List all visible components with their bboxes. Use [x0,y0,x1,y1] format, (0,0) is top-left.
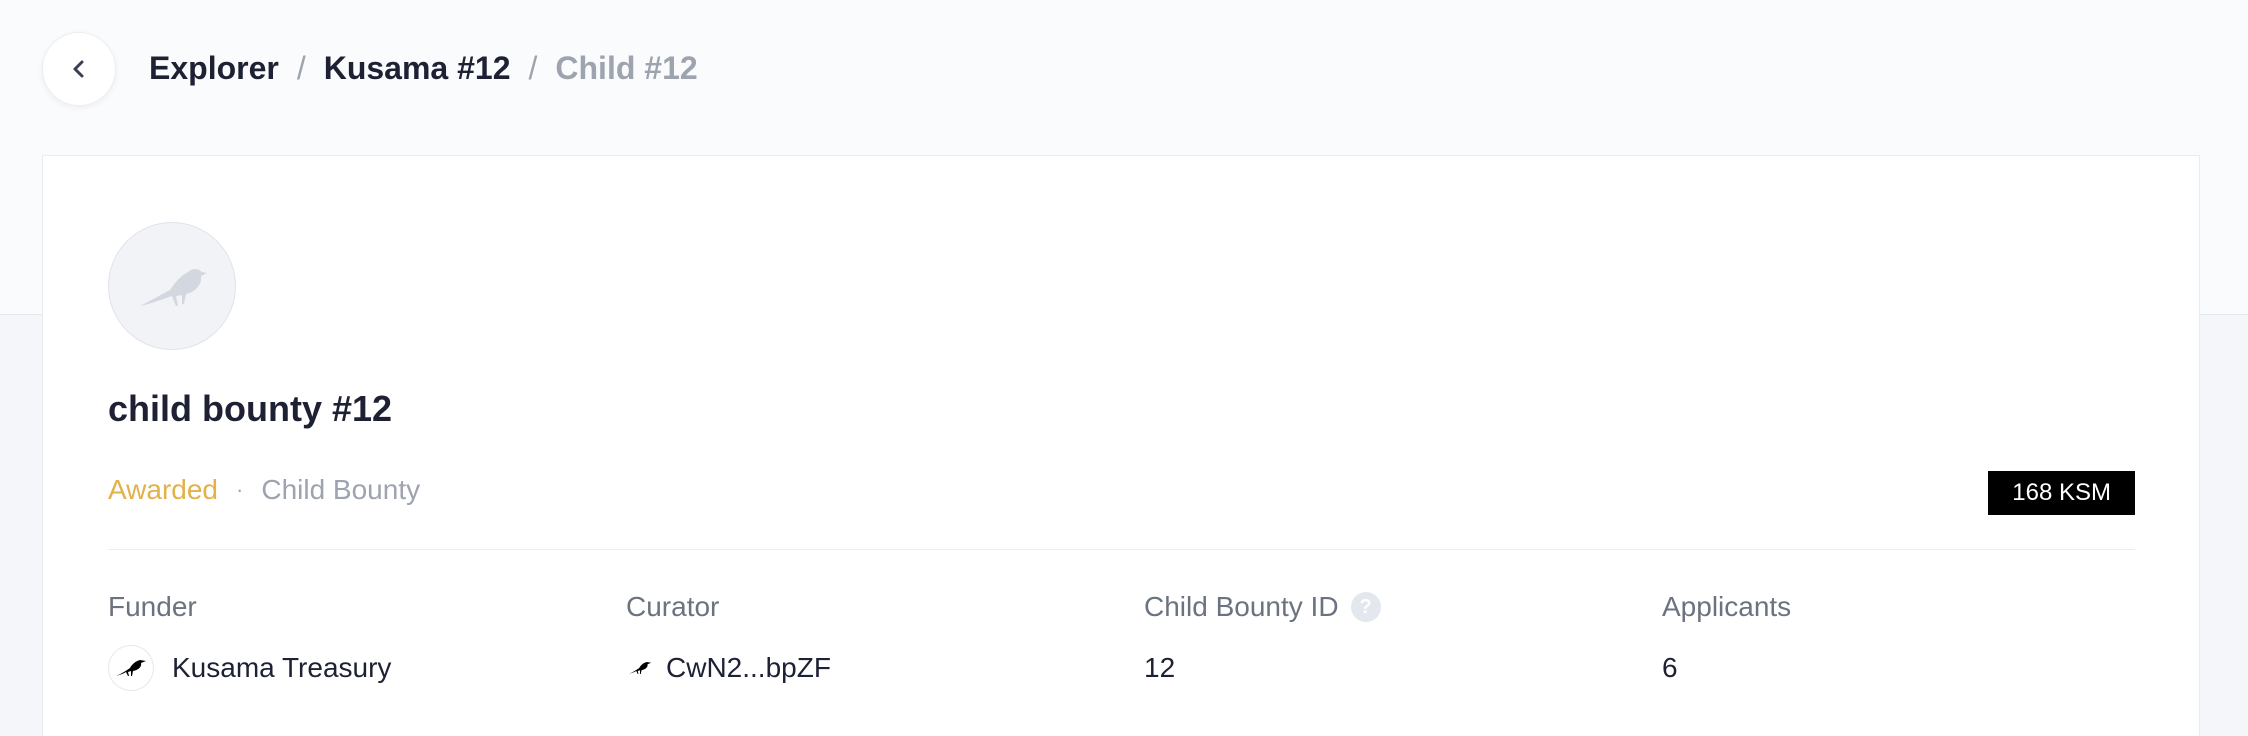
applicants-value: 6 [1662,652,1678,683]
status-label: Awarded [108,474,219,505]
funder-label: Funder [108,591,197,622]
breadcrumb-kusama-bounty[interactable]: Kusama #12 [324,50,511,87]
question-icon[interactable]: ? [1350,592,1381,622]
bounty-title: child bounty #12 [108,388,393,429]
child-bounty-id-label-row: Child Bounty ID ? [1144,588,1381,626]
back-button[interactable] [42,32,116,106]
bounty-avatar [108,222,236,350]
curator-section: Curator CwN2...bpZF [626,588,831,692]
curator-label: Curator [626,591,720,622]
bounty-type-label: Child Bounty [261,474,421,505]
kusama-icon [626,654,654,682]
funder-account-name[interactable]: Kusama Treasury [172,652,391,684]
child-bounty-card: child bounty #12 Awarded · Child Bounty … [42,155,2200,736]
bounty-meta: Awarded · Child Bounty [108,474,420,506]
breadcrumb-explorer[interactable]: Explorer [149,50,279,87]
applicants-section: Applicants 6 [1662,588,1791,692]
breadcrumb-separator: / [296,49,306,86]
kusama-icon [108,645,154,691]
breadcrumb-separator: / [528,49,538,86]
child-bounty-id-label: Child Bounty ID [1144,591,1339,622]
meta-separator: · [236,477,244,502]
page: Explorer / Kusama #12 / Child #12 child … [0,0,2248,736]
chevron-left-icon [73,60,84,78]
child-bounty-id-section: Child Bounty ID ? 12 [1144,588,1381,692]
funder-section: Funder Kusama Treasury [108,588,391,692]
breadcrumb-current: Child #12 [555,49,698,86]
bounty-value-badge: 168 KSM [1988,471,2135,515]
curator-address[interactable]: CwN2...bpZF [666,652,831,684]
divider [108,549,2135,550]
breadcrumb: Explorer / Kusama #12 / Child #12 [149,46,698,90]
funder-value: Kusama Treasury [108,644,391,692]
curator-value: CwN2...bpZF [626,644,831,692]
bird-icon [140,269,207,306]
applicants-label: Applicants [1662,591,1792,622]
child-bounty-id-value: 12 [1144,652,1176,683]
